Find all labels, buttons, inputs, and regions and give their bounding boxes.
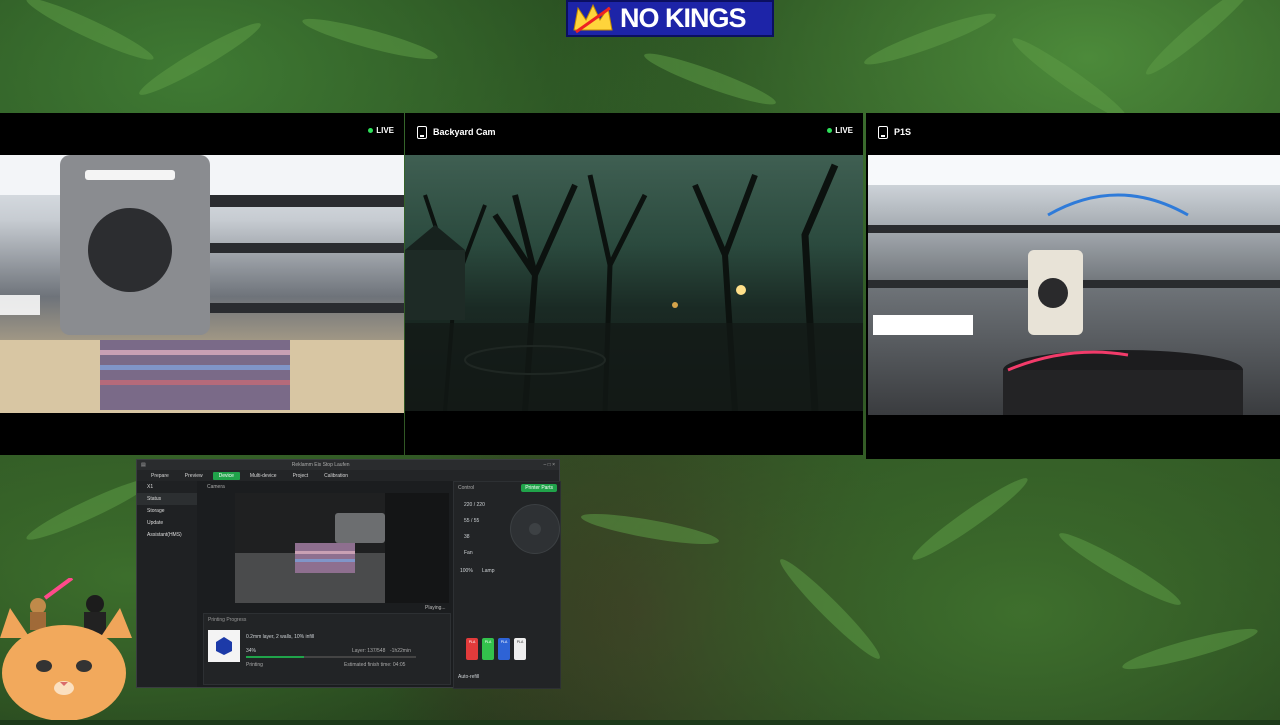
banner-text: NO KINGS (620, 3, 747, 33)
lamp-toggle[interactable]: Lamp (482, 568, 495, 574)
app-titlebar: ▤ Reklamm Eis Stop Laufen – □ × (137, 460, 559, 470)
camera-panel-3: P1S (866, 113, 1280, 459)
printer-software-window: ▤ Reklamm Eis Stop Laufen – □ × Prepare … (136, 459, 561, 689)
camera-feed-p1s (868, 155, 1280, 415)
sidebar-item-update[interactable]: Update (137, 517, 197, 529)
cat-jedi-overlay (0, 576, 132, 721)
nozzle-temp[interactable]: 220 / 220 (464, 502, 485, 508)
tab-project[interactable]: Project (287, 472, 315, 480)
jog-pad[interactable] (510, 504, 560, 554)
live-dot-icon (368, 128, 374, 133)
camera-device-icon (878, 125, 888, 139)
camera-device-icon (417, 125, 427, 139)
app-menu-icon[interactable]: ▤ (141, 462, 146, 468)
tab-device[interactable]: Device (212, 471, 240, 480)
live-indicator: LIVE (368, 126, 394, 135)
model-thumbnail (208, 630, 240, 662)
fan-label[interactable]: Fan (464, 550, 473, 556)
crown-icon (570, 2, 616, 35)
camera-panel-1: LIVE (0, 113, 404, 455)
jog-center[interactable] (529, 523, 541, 535)
live-indicator: LIVE (827, 126, 853, 135)
finish-time: Estimated finish time: 04:05 (344, 662, 406, 668)
layer-count: Layer: 137/548 (352, 648, 386, 654)
tab-multi-device[interactable]: Multi-device (244, 472, 283, 480)
tab-calibration[interactable]: Calibration (318, 472, 354, 480)
camera-header: Backyard Cam LIVE (405, 113, 863, 151)
camera-panel-2: Backyard Cam LIVE (405, 113, 863, 455)
playing-status: Playing... (425, 605, 446, 611)
tab-prepare[interactable]: Prepare (145, 472, 175, 480)
sidebar-item-printer[interactable]: X1 (137, 481, 197, 493)
app-tabbar: Prepare Preview Device Multi-device Proj… (137, 470, 559, 481)
ams-slot-4[interactable]: PLA (514, 638, 526, 660)
time-remaining: -1h22min (390, 648, 411, 654)
tab-preview[interactable]: Preview (179, 472, 209, 480)
control-panel: Control Printer Parts 220 / 220 55 / 55 … (453, 481, 561, 689)
camera-section-label: Camera (207, 484, 225, 490)
auto-refill-label[interactable]: Auto-refill (458, 674, 479, 680)
speed-value[interactable]: 100% (460, 568, 473, 574)
no-kings-banner: NO KINGS (566, 0, 774, 37)
camera-header: LIVE (0, 113, 404, 151)
printer-parts-button[interactable]: Printer Parts (521, 484, 557, 492)
printing-progress-panel: Printing Progress 0.2mm layer, 2 walls, … (203, 613, 451, 685)
progress-title: Printing Progress (208, 617, 247, 623)
print-state: Printing (246, 662, 263, 668)
camera-title: Backyard Cam (433, 127, 496, 137)
camera-title: P1S (894, 127, 912, 137)
live-dot-icon (827, 128, 833, 133)
sidebar-item-storage[interactable]: Storage (137, 505, 197, 517)
camera-feed-backyard (405, 155, 863, 411)
app-camera-view (235, 493, 449, 603)
ams-slot-1[interactable]: PLA (466, 638, 478, 660)
ams-slot-2[interactable]: PLA (482, 638, 494, 660)
progress-bar (246, 656, 416, 658)
camera-header: P1S (866, 113, 1280, 151)
sidebar-item-status[interactable]: Status (137, 493, 197, 505)
camera-feed-printer (0, 155, 404, 413)
job-name: 0.2mm layer, 2 walls, 10% infill (246, 634, 315, 640)
sidebar-item-assistant[interactable]: Assistant(HMS) (137, 529, 197, 541)
bed-temp[interactable]: 55 / 55 (464, 518, 479, 524)
progress-fill (246, 656, 304, 658)
window-controls[interactable]: – □ × (544, 462, 556, 468)
progress-percent: 34% (246, 648, 257, 654)
ams-slot-3[interactable]: PLA (498, 638, 510, 660)
app-title: Reklamm Eis Stop Laufen (291, 462, 350, 468)
app-sidebar: X1 Status Storage Update Assistant(HMS) (137, 481, 197, 687)
chamber-temp[interactable]: 38 (464, 534, 470, 540)
control-title: Control (458, 485, 475, 491)
